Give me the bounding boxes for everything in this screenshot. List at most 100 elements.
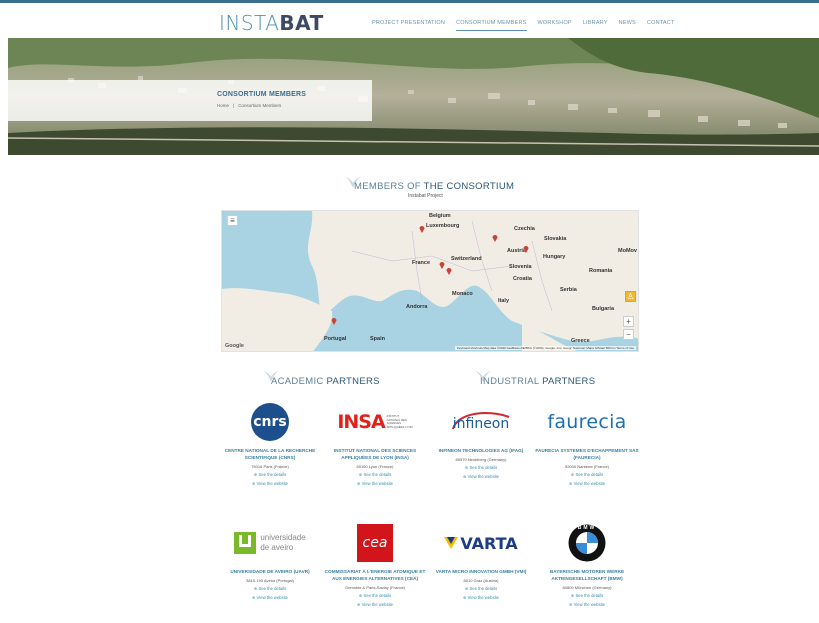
partner-name: BAYERISCHE MOTOREN WERKE AKTIENGESELLSCH… bbox=[549, 569, 625, 581]
map-marker-pin-icon[interactable] bbox=[523, 245, 529, 253]
map-label-portugal: Portugal bbox=[324, 336, 347, 342]
main-nav: PROJECT PRESENTATION CONSORTIUM MEMBERS … bbox=[372, 20, 686, 31]
view-website-link[interactable]: ⊕ View the website bbox=[320, 481, 430, 487]
universidade-aveiro-logo[interactable]: universidade de aveiro bbox=[234, 532, 306, 554]
partner-name: VARTA MICRO INNOVATION GMBH (VMI) bbox=[435, 569, 527, 574]
breadcrumb-separator: | bbox=[233, 103, 235, 108]
partner-name: INFINEON TECHNOLOGIES AG (IFAG) bbox=[438, 448, 524, 453]
nav-news[interactable]: NEWS bbox=[619, 20, 636, 31]
insa-logo[interactable]: INSA INSTITUT NATIONAL DES SCIENCES APPL… bbox=[337, 411, 412, 433]
view-website-link[interactable]: ⊕ View the website bbox=[532, 602, 642, 608]
map-marker-pin-icon[interactable] bbox=[419, 225, 425, 233]
map-label-romania: Romania bbox=[589, 268, 613, 274]
view-website-link[interactable]: ⊕ View the website bbox=[215, 595, 325, 601]
nav-workshop[interactable]: WORKSHOP bbox=[538, 20, 572, 31]
partner-card-faurecia: faurecia FAURECIA SYSTEMES D'ECHAPPEMENT… bbox=[532, 401, 642, 487]
hero-title-panel bbox=[8, 80, 372, 121]
map-label-serbia: Serbia bbox=[560, 287, 577, 293]
site-header: INSTABAT PROJECT PRESENTATION CONSORTIUM… bbox=[0, 3, 819, 37]
map-label-italy: Italy bbox=[498, 298, 510, 304]
members-title: MEMBERS OF THE CONSORTIUM bbox=[354, 181, 515, 192]
faurecia-logo[interactable]: faurecia bbox=[547, 411, 626, 433]
cnrs-logo[interactable]: cnrs bbox=[251, 403, 289, 441]
map-label-andorra: Andorra bbox=[406, 304, 428, 310]
map-label-spain: Spain bbox=[370, 336, 385, 342]
partner-address: 69100 Lyon (France) bbox=[356, 464, 394, 469]
partner-address: 85579 Neubiberg (Germany) bbox=[455, 457, 507, 462]
map-label-france: France bbox=[412, 260, 431, 266]
logo-text-bold: BAT bbox=[279, 11, 324, 35]
map-label-hungary: Hungary bbox=[543, 254, 566, 260]
zoom-out-button[interactable]: − bbox=[623, 329, 634, 340]
see-details-link[interactable]: ⊕ See the details bbox=[532, 593, 642, 599]
map-label-czechia: Czechia bbox=[514, 226, 535, 232]
see-details-link[interactable]: ⊕ See the details bbox=[320, 472, 430, 478]
partner-card-bmw: BMW BAYERISCHE MOTOREN WERKE AKTIENGESEL… bbox=[532, 522, 642, 608]
partner-address: 92000 Nanterre (France) bbox=[564, 464, 610, 469]
partner-card-aveiro: universidade de aveiro UNIVERSIDADE DE A… bbox=[215, 522, 325, 601]
see-details-link[interactable]: ⊕ See the details bbox=[215, 586, 325, 592]
map-label-moldova: MoMov bbox=[618, 248, 637, 254]
bmw-logo[interactable]: BMW bbox=[568, 524, 606, 562]
partner-address: 8010 Graz (Austria) bbox=[463, 578, 499, 583]
view-website-link[interactable]: ⊕ View the website bbox=[215, 481, 325, 487]
nav-contact[interactable]: CONTACT bbox=[647, 20, 675, 31]
partner-address: Grenoble & Paris-Saclay (France) bbox=[344, 585, 406, 590]
map-label-croatia: Croatia bbox=[513, 276, 532, 282]
see-details-link[interactable]: ⊕ See the details bbox=[426, 465, 536, 471]
nav-library[interactable]: LIBRARY bbox=[583, 20, 608, 31]
partner-card-infineon: infineon INFINEON TECHNOLOGIES AG (IFAG)… bbox=[426, 401, 536, 480]
map-label-slovakia: Slovakia bbox=[544, 236, 567, 242]
map-marker-pin-icon[interactable] bbox=[492, 234, 498, 242]
see-details-link[interactable]: ⊕ See the details bbox=[426, 586, 536, 592]
street-view-pegman-icon[interactable]: ♙ bbox=[625, 291, 636, 302]
breadcrumb-home[interactable]: Home bbox=[217, 103, 229, 108]
site-logo[interactable]: INSTABAT bbox=[219, 11, 324, 35]
industrial-partners-title: INDUSTRIAL PARTNERS bbox=[480, 376, 596, 387]
partner-name: COMMISSARIAT À L'ENERGIE ATOMIQUE ET AUX… bbox=[324, 569, 426, 581]
map-label-switzerland: Switzerland bbox=[451, 256, 482, 262]
map-label-monaco: Monaco bbox=[452, 291, 473, 297]
consortium-map[interactable]: ≡ Belgium Luxembourg Czechia Slovakia Mo… bbox=[221, 210, 639, 352]
partner-name: FAURECIA SYSTEMES D'ECHAPPEMENT SAS (FAU… bbox=[535, 448, 639, 460]
partner-name: CENTRE NATIONAL DE LA RECHERCHE SCIENTIF… bbox=[224, 448, 316, 460]
partner-card-varta: VARTA VARTA MICRO INNOVATION GMBH (VMI) … bbox=[426, 522, 536, 601]
varta-logo[interactable]: VARTA bbox=[444, 534, 518, 553]
partner-card-cnrs: cnrs CENTRE NATIONAL DE LA RECHERCHE SCI… bbox=[215, 401, 325, 487]
partner-name: UNIVERSIDADE DE AVEIRO (UAVR) bbox=[230, 569, 310, 574]
logo-text-light: INSTA bbox=[219, 11, 280, 35]
infineon-logo[interactable]: infineon bbox=[447, 409, 515, 435]
partner-address: 80809 München (Germany) bbox=[562, 585, 612, 590]
map-marker-pin-icon[interactable] bbox=[331, 317, 337, 325]
partner-address: 3810-193 Aveiro (Portugal) bbox=[246, 578, 294, 583]
map-marker-pin-icon[interactable] bbox=[446, 267, 452, 275]
see-details-link[interactable]: ⊕ See the details bbox=[320, 593, 430, 599]
map-label-bulgaria: Bulgaria bbox=[592, 306, 615, 312]
zoom-in-button[interactable]: + bbox=[623, 316, 634, 327]
map-label-belgium: Belgium bbox=[429, 213, 451, 219]
see-details-link[interactable]: ⊕ See the details bbox=[532, 472, 642, 478]
breadcrumb-current: Consortium Members bbox=[238, 103, 282, 108]
members-subtitle: Instabat Project bbox=[408, 193, 443, 199]
nav-project-presentation[interactable]: PROJECT PRESENTATION bbox=[372, 20, 445, 31]
view-website-link[interactable]: ⊕ View the website bbox=[426, 474, 536, 480]
partner-card-cea: cea COMMISSARIAT À L'ENERGIE ATOMIQUE ET… bbox=[320, 522, 430, 608]
see-details-link[interactable]: ⊕ See the details bbox=[215, 472, 325, 478]
cea-logo[interactable]: cea bbox=[357, 524, 393, 562]
view-website-link[interactable]: ⊕ View the website bbox=[426, 595, 536, 601]
partner-address: 75016 Paris (France) bbox=[251, 464, 289, 469]
map-attribution: Keyboard shortcuts Map data ©2020 GeoBas… bbox=[454, 346, 636, 350]
nav-consortium-members[interactable]: CONSORTIUM MEMBERS bbox=[456, 20, 527, 31]
view-website-link[interactable]: ⊕ View the website bbox=[320, 602, 430, 608]
partner-name: INSTITUT NATIONAL DES SCIENCES APPLIQUÉE… bbox=[333, 448, 417, 460]
map-label-slovenia: Slovenia bbox=[509, 264, 532, 270]
map-marker-pin-icon[interactable] bbox=[439, 261, 445, 269]
map-menu-button[interactable]: ≡ bbox=[227, 215, 238, 226]
view-website-link[interactable]: ⊕ View the website bbox=[532, 481, 642, 487]
map-label-luxembourg: Luxembourg bbox=[426, 223, 460, 229]
map-land bbox=[222, 211, 638, 351]
map-label-greece: Greece bbox=[571, 338, 590, 344]
breadcrumb: Home | Consortium Members bbox=[217, 103, 281, 108]
partner-card-insa: INSA INSTITUT NATIONAL DES SCIENCES APPL… bbox=[320, 401, 430, 487]
page-title: CONSORTIUM MEMBERS bbox=[217, 91, 307, 98]
